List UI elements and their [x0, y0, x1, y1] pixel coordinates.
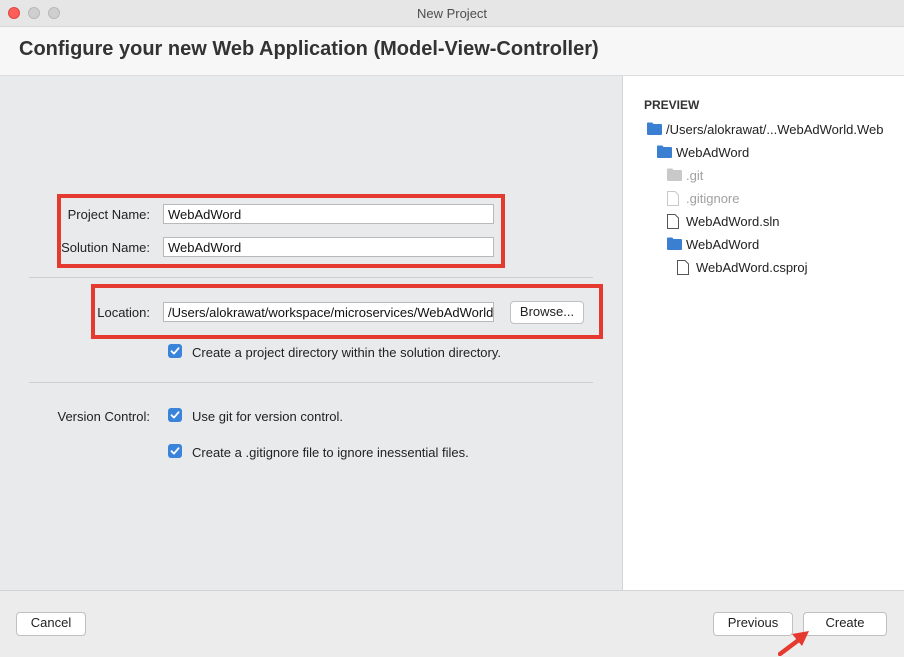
file-icon	[667, 191, 679, 206]
tree-item-label: WebAdWord	[686, 237, 760, 252]
configuration-form: Project Name: WebAdWord Solution Name: W…	[0, 76, 622, 590]
new-project-window: New Project Configure your new Web Appli…	[0, 0, 904, 657]
file-icon	[677, 260, 689, 275]
checkmark-icon	[170, 447, 180, 455]
project-name-label: Project Name:	[67, 207, 150, 222]
dialog-footer: Cancel Previous Create	[0, 590, 904, 657]
create-directory-checkbox[interactable]	[168, 344, 182, 358]
gitignore-checkbox[interactable]	[168, 444, 182, 458]
version-control-label: Version Control:	[57, 409, 151, 424]
create-directory-label: Create a project directory within the so…	[192, 345, 502, 360]
browse-button[interactable]: Browse...	[510, 301, 584, 324]
preview-title: PREVIEW	[644, 98, 700, 112]
form-divider	[29, 382, 593, 383]
solution-name-input[interactable]: WebAdWord	[163, 237, 494, 257]
page-title: Configure your new Web Application (Mode…	[19, 38, 599, 60]
tree-item-label: /Users/alokrawat/...WebAdWorld.Web	[666, 122, 884, 137]
tree-item-label: .git	[686, 168, 704, 183]
page-header: Configure your new Web Application (Mode…	[0, 27, 904, 76]
tree-item-label: WebAdWord	[676, 145, 750, 160]
title-bar: New Project	[0, 0, 904, 27]
window-title: New Project	[416, 6, 488, 21]
gitignore-label: Create a .gitignore file to ignore iness…	[192, 445, 469, 460]
checkmark-icon	[170, 411, 180, 419]
folder-icon	[667, 237, 682, 250]
file-icon	[667, 214, 679, 229]
location-label: Location:	[97, 305, 150, 320]
pointer-arrow-icon	[778, 631, 809, 656]
preview-panel: PREVIEW /Users/alokrawat/...WebAdWorld.W…	[622, 76, 904, 590]
folder-icon	[667, 168, 682, 181]
tree-item-label: WebAdWord.csproj	[696, 260, 808, 275]
form-divider	[29, 277, 593, 278]
cancel-button[interactable]: Cancel	[16, 612, 86, 636]
solution-name-label: Solution Name:	[61, 240, 150, 255]
location-input[interactable]: /Users/alokrawat/workspace/microservices…	[163, 302, 494, 322]
use-git-checkbox[interactable]	[168, 408, 182, 422]
folder-icon	[647, 122, 662, 135]
create-button[interactable]: Create	[803, 612, 887, 636]
checkmark-icon	[170, 347, 180, 355]
project-name-input[interactable]: WebAdWord	[163, 204, 494, 224]
use-git-label: Use git for version control.	[192, 409, 344, 424]
tree-item-label: .gitignore	[686, 191, 740, 206]
folder-icon	[657, 145, 672, 158]
tree-item-label: WebAdWord.sln	[686, 214, 780, 229]
